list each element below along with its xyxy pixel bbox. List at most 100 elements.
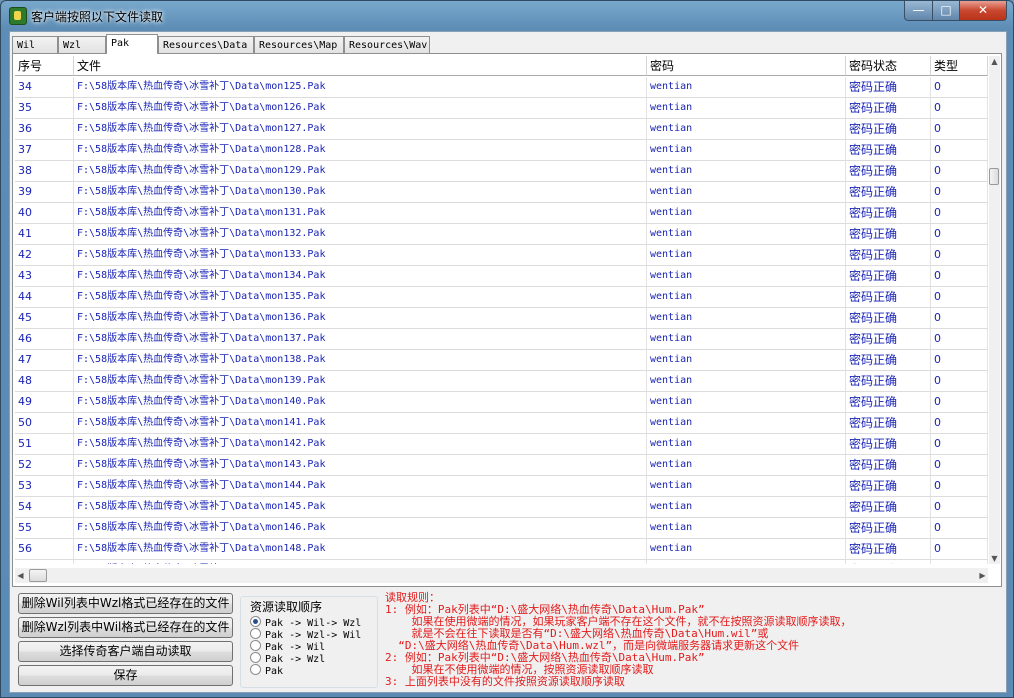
table-row[interactable]: 50 F:\58版本库\热血传奇\冰雪补丁\Data\mon141.Pak went… bbox=[15, 413, 988, 434]
cell-type: 0 bbox=[931, 434, 988, 454]
resource-order-option[interactable]: Pak -> Wil bbox=[250, 640, 325, 653]
horizontal-scrollbar[interactable]: ◀ ▶ bbox=[15, 568, 988, 583]
resource-order-title: 资源读取顺序 bbox=[248, 598, 325, 615]
cell-password: wentian bbox=[647, 497, 846, 517]
table-row[interactable]: 51 F:\58版本库\热血传奇\冰雪补丁\Data\mon142.Pak went… bbox=[15, 434, 988, 455]
cell-type: 0 bbox=[931, 413, 988, 433]
delete-wzl-duplicates-button[interactable]: 删除Wzl列表中Wil格式已经存在的文件 bbox=[18, 617, 233, 638]
column-header-type[interactable]: 类型 bbox=[931, 56, 988, 76]
tab-resources-data[interactable]: Resources\Data bbox=[158, 36, 254, 53]
cell-file: F:\58版本库\热血传奇\冰雪补丁\Data\mon138.Pak bbox=[74, 350, 647, 370]
table-row[interactable]: 52 F:\58版本库\热血传奇\冰雪补丁\Data\mon143.Pak went… bbox=[15, 455, 988, 476]
cell-index: 36 bbox=[15, 119, 74, 139]
table-row[interactable]: 46 F:\58版本库\热血传奇\冰雪补丁\Data\mon137.Pak went… bbox=[15, 329, 988, 350]
cell-password: wentian bbox=[647, 203, 846, 223]
radio-button-icon[interactable] bbox=[250, 664, 261, 675]
app-window: 客户端按照以下文件读取 — □ ✕ Wil Wzl Pak Resources\… bbox=[0, 0, 1014, 698]
cell-password: wentian bbox=[647, 182, 846, 202]
radio-button-icon[interactable] bbox=[250, 616, 261, 627]
table-row[interactable]: 49 F:\58版本库\热血传奇\冰雪补丁\Data\mon140.Pak went… bbox=[15, 392, 988, 413]
cell-password: wentian bbox=[647, 161, 846, 181]
cell-index: 48 bbox=[15, 371, 74, 391]
scroll-down-icon[interactable]: ▼ bbox=[989, 553, 1000, 564]
cell-type: 0 bbox=[931, 98, 988, 118]
cell-file: F:\58版本库\热血传奇\冰雪补丁\Data\mon125.Pak bbox=[74, 77, 647, 97]
radio-button-icon[interactable] bbox=[250, 640, 261, 651]
cell-password-status: 密码正确 bbox=[846, 98, 931, 118]
radio-label: Pak bbox=[265, 666, 284, 677]
resource-order-option[interactable]: Pak -> Wzl-> Wil bbox=[250, 628, 361, 641]
cell-password-status: 密码正确 bbox=[846, 140, 931, 160]
scroll-left-icon[interactable]: ◀ bbox=[15, 570, 26, 581]
vertical-scroll-thumb[interactable] bbox=[989, 168, 999, 185]
cell-password-status: 密码正确 bbox=[846, 245, 931, 265]
table-row[interactable]: 37 F:\58版本库\热血传奇\冰雪补丁\Data\mon128.Pak went… bbox=[15, 140, 988, 161]
title-bar[interactable]: 客户端按照以下文件读取 — □ ✕ bbox=[1, 1, 1013, 31]
save-button[interactable]: 保存 bbox=[18, 665, 233, 686]
tab-resources-map[interactable]: Resources\Map bbox=[254, 36, 344, 53]
resource-order-option[interactable]: Pak bbox=[250, 664, 284, 677]
table-row[interactable]: 42 F:\58版本库\热血传奇\冰雪补丁\Data\mon133.Pak went… bbox=[15, 245, 988, 266]
cell-index: 46 bbox=[15, 329, 74, 349]
scroll-up-icon[interactable]: ▲ bbox=[989, 56, 1000, 67]
horizontal-scroll-thumb[interactable] bbox=[29, 569, 47, 582]
cell-file: F:\58版本库\热血传奇\冰雪补丁\Data\mon127.Pak bbox=[74, 119, 647, 139]
cell-password-status: 密码正确 bbox=[846, 119, 931, 139]
resource-order-option[interactable]: Pak -> Wil-> Wzl bbox=[250, 616, 361, 629]
table-row[interactable]: 47 F:\58版本库\热血传奇\冰雪补丁\Data\mon138.Pak went… bbox=[15, 350, 988, 371]
tab-resources-wav[interactable]: Resources\Wav bbox=[344, 36, 430, 53]
minimize-button[interactable]: — bbox=[904, 1, 933, 21]
radio-button-icon[interactable] bbox=[250, 628, 261, 639]
tab-pak[interactable]: Pak bbox=[106, 34, 158, 54]
cell-type: 0 bbox=[931, 497, 988, 517]
table-row[interactable]: 40 F:\58版本库\热血传奇\冰雪补丁\Data\mon131.Pak went… bbox=[15, 203, 988, 224]
table-row[interactable]: 41 F:\58版本库\热血传奇\冰雪补丁\Data\mon132.Pak went… bbox=[15, 224, 988, 245]
select-client-button[interactable]: 选择传奇客户端自动读取 bbox=[18, 641, 233, 662]
table-row[interactable]: 55 F:\58版本库\热血传奇\冰雪补丁\Data\mon146.Pak went… bbox=[15, 518, 988, 539]
table-row[interactable]: 57F:\58版本库\热血传奇\冰雪补丁\Data\mon149.Pakwent… bbox=[15, 560, 988, 564]
cell-index: 38 bbox=[15, 161, 74, 181]
cell-type: 0 bbox=[931, 77, 988, 97]
scroll-right-icon[interactable]: ▶ bbox=[977, 570, 988, 581]
column-header-index[interactable]: 序号 bbox=[15, 56, 74, 76]
cell-password-status: 密码正确 bbox=[846, 497, 931, 517]
table-row[interactable]: 43 F:\58版本库\热血传奇\冰雪补丁\Data\mon134.Pak went… bbox=[15, 266, 988, 287]
cell-index: 56 bbox=[15, 539, 74, 559]
cell-password-status: 密码正确 bbox=[846, 350, 931, 370]
client-area: Wil Wzl Pak Resources\Data Resources\Map… bbox=[9, 31, 1007, 693]
table-row[interactable]: 48 F:\58版本库\热血传奇\冰雪补丁\Data\mon139.Pak went… bbox=[15, 371, 988, 392]
column-header-password[interactable]: 密码 bbox=[647, 56, 846, 76]
table-row[interactable]: 44 F:\58版本库\热血传奇\冰雪补丁\Data\mon135.Pak went… bbox=[15, 287, 988, 308]
file-table[interactable]: 序号 文件 密码 密码状态 类型 34 F:\58版本库\热血传奇\冰雪补丁\Da… bbox=[15, 56, 988, 564]
tab-wzl[interactable]: Wzl bbox=[58, 36, 106, 53]
cell-password-status: 密码正确 bbox=[846, 203, 931, 223]
cell-index: 50 bbox=[15, 413, 74, 433]
delete-wil-duplicates-button[interactable]: 删除Wil列表中Wzl格式已经存在的文件 bbox=[18, 593, 233, 614]
maximize-button[interactable]: □ bbox=[932, 1, 960, 21]
tab-wil[interactable]: Wil bbox=[12, 36, 58, 53]
vertical-scrollbar[interactable]: ▲ ▼ bbox=[989, 56, 1000, 564]
table-row[interactable]: 56 F:\58版本库\热血传奇\冰雪补丁\Data\mon148.Pak went… bbox=[15, 539, 988, 560]
radio-button-icon[interactable] bbox=[250, 652, 261, 663]
cell-type: 0 bbox=[931, 371, 988, 391]
table-row[interactable]: 45 F:\58版本库\热血传奇\冰雪补丁\Data\mon136.Pak went… bbox=[15, 308, 988, 329]
column-header-file[interactable]: 文件 bbox=[74, 56, 647, 76]
cell-password: wentian bbox=[647, 245, 846, 265]
cell-type: 0 bbox=[931, 392, 988, 412]
table-row[interactable]: 54 F:\58版本库\热血传奇\冰雪补丁\Data\mon145.Pak went… bbox=[15, 497, 988, 518]
table-row[interactable]: 36 F:\58版本库\热血传奇\冰雪补丁\Data\mon127.Pak went… bbox=[15, 119, 988, 140]
cell-password: wentian bbox=[647, 392, 846, 412]
close-button[interactable]: ✕ bbox=[959, 1, 1007, 21]
table-row[interactable]: 35 F:\58版本库\热血传奇\冰雪补丁\Data\mon126.Pak went… bbox=[15, 98, 988, 119]
column-header-password-status[interactable]: 密码状态 bbox=[846, 56, 931, 76]
cell-password: wentian bbox=[647, 329, 846, 349]
table-row[interactable]: 53 F:\58版本库\热血传奇\冰雪补丁\Data\mon144.Pak went… bbox=[15, 476, 988, 497]
table-row[interactable]: 34 F:\58版本库\热血传奇\冰雪补丁\Data\mon125.Pak went… bbox=[15, 77, 988, 98]
resource-order-option[interactable]: Pak -> Wzl bbox=[250, 652, 325, 665]
table-row[interactable]: 38 F:\58版本库\热血传奇\冰雪补丁\Data\mon129.Pak went… bbox=[15, 161, 988, 182]
cell-file: F:\58版本库\热血传奇\冰雪补丁\Data\mon144.Pak bbox=[74, 476, 647, 496]
cell-index: 34 bbox=[15, 77, 74, 97]
cell-file: F:\58版本库\热血传奇\冰雪补丁\Data\mon141.Pak bbox=[74, 413, 647, 433]
table-row[interactable]: 39 F:\58版本库\热血传奇\冰雪补丁\Data\mon130.Pak went… bbox=[15, 182, 988, 203]
cell-password-status: 密码正确 bbox=[846, 308, 931, 328]
